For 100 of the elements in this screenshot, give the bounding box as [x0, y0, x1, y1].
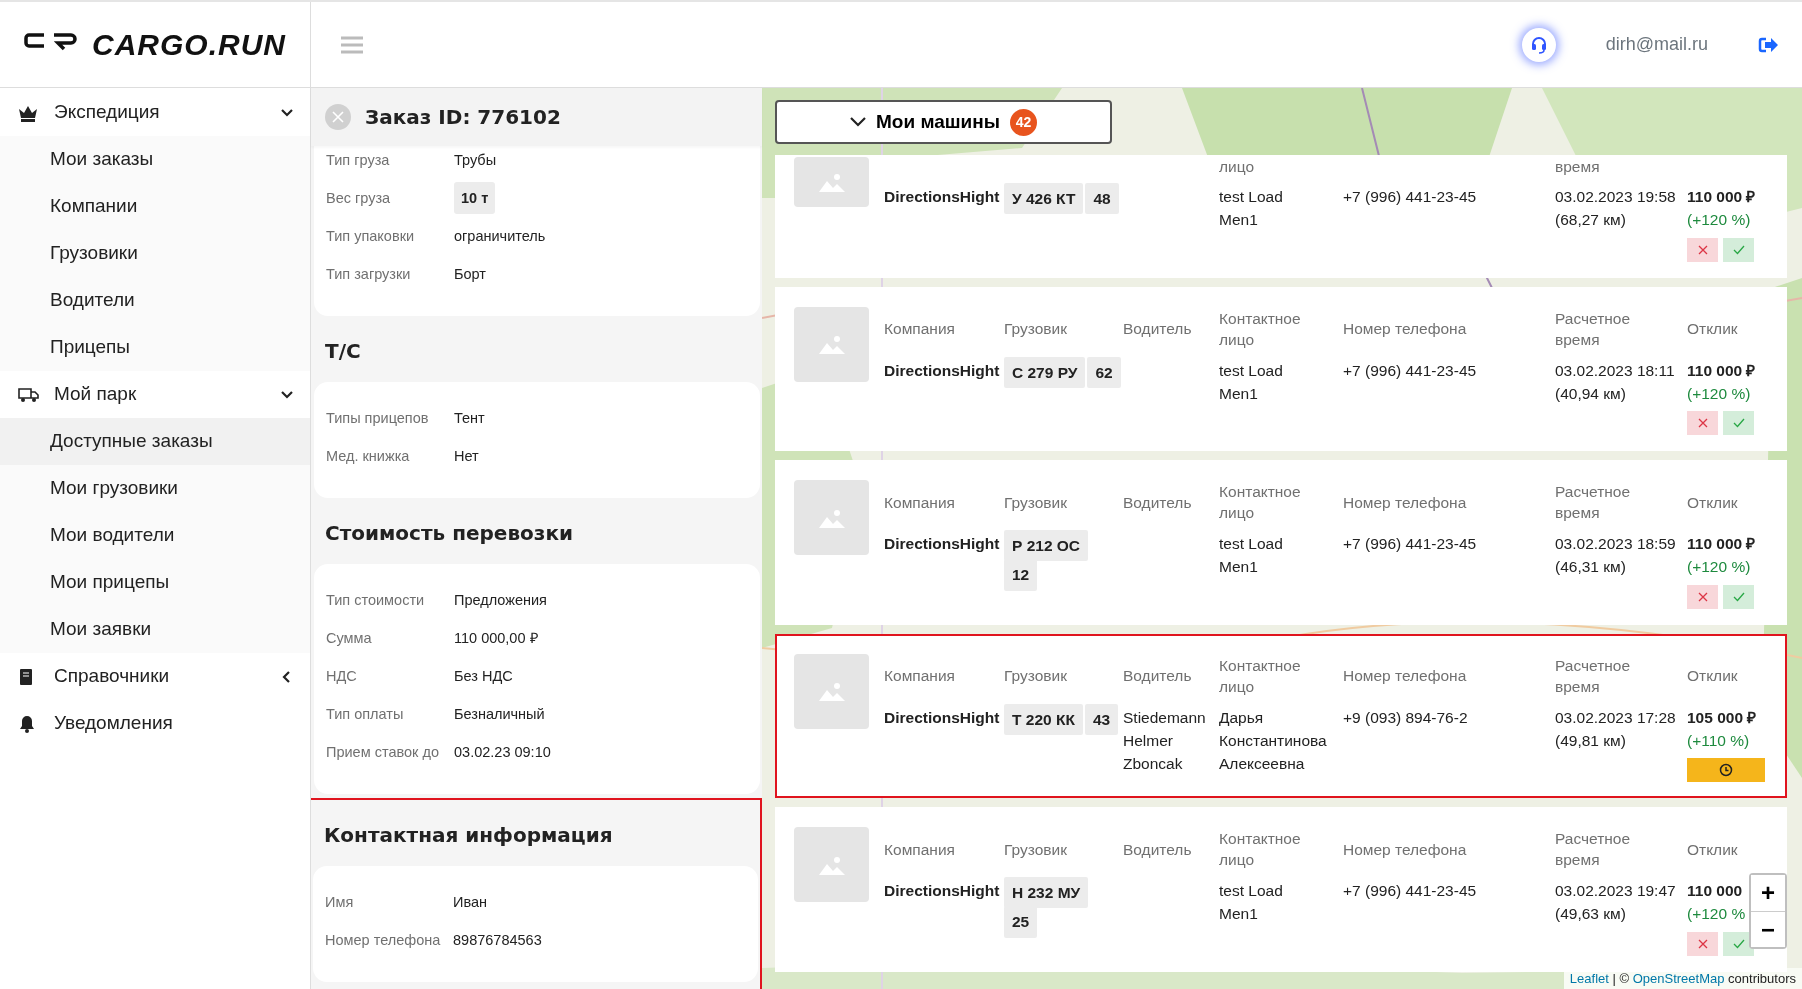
column-label: Отклик	[1687, 492, 1738, 513]
sidebar-item[interactable]: Грузовики	[0, 230, 310, 277]
field-value: Трубы	[454, 151, 497, 170]
column-label: Контактное лицо	[1219, 655, 1302, 697]
contact-name: test Load Men1	[1219, 534, 1284, 578]
distance: (46,31 км)	[1555, 557, 1627, 578]
arrival-time: 03.02.2023 17:28	[1555, 707, 1677, 728]
sidebar-item[interactable]: Мои грузовики	[0, 465, 310, 512]
field-label: НДС	[326, 667, 358, 686]
column-label: Водитель	[1123, 492, 1192, 513]
section-title: Т/С	[324, 338, 362, 365]
reject-button[interactable]	[1687, 411, 1718, 435]
check-icon	[1732, 591, 1745, 602]
field-value: ограничитель	[454, 227, 546, 246]
distance: (40,94 км)	[1555, 383, 1627, 404]
sidebar-item[interactable]: Водители	[0, 277, 310, 324]
phone-number: +7 (996) 441-23-45	[1343, 882, 1477, 899]
column-label: Водитель	[1123, 319, 1192, 340]
distance: (68,27 км)	[1555, 210, 1627, 231]
accept-button[interactable]	[1723, 411, 1754, 435]
column-label: Компания	[884, 319, 955, 340]
column-label: Компания	[884, 839, 955, 860]
company-name: DirectionsHight	[884, 360, 1001, 381]
sidebar-item[interactable]: Прицепы	[0, 324, 310, 371]
field-value: Иван	[453, 893, 488, 912]
reject-button[interactable]	[1687, 931, 1718, 956]
zoom-out-button[interactable]: −	[1751, 911, 1785, 947]
contact-name: test Load Men1	[1219, 881, 1284, 925]
column-label: Номер телефона	[1343, 666, 1467, 687]
reject-button[interactable]	[1687, 237, 1718, 262]
field-value: Нет	[454, 447, 479, 466]
sidebar-item[interactable]: Компании	[0, 183, 310, 230]
price-increase: (+120 %	[1687, 904, 1746, 925]
column-label: Расчетное время	[1555, 655, 1632, 697]
close-icon	[1697, 244, 1708, 255]
openstreetmap-link[interactable]: OpenStreetMap	[1632, 970, 1725, 986]
plate-region: 43	[1084, 703, 1119, 735]
sidebar-group[interactable]: Экспедиция	[54, 98, 160, 127]
column-label: Компания	[884, 666, 955, 687]
field-value: Предложения	[454, 591, 547, 610]
column-label: Контактное лицо	[1219, 829, 1302, 870]
close-icon	[1697, 591, 1708, 602]
image-placeholder-icon	[818, 507, 845, 528]
sidebar-item[interactable]: Уведомления	[54, 709, 173, 738]
phone-number: +7 (996) 441-23-45	[1343, 361, 1477, 379]
sidebar-item[interactable]: Мои водители	[0, 512, 310, 559]
field-label: Тип груза	[326, 151, 391, 170]
column-label: лицо	[1219, 157, 1255, 177]
sidebar-group[interactable]: Мой парк	[54, 380, 137, 409]
image-placeholder-icon	[818, 854, 845, 875]
company-name: DirectionsHight	[884, 534, 1001, 554]
price: 110 000	[1687, 881, 1743, 901]
sidebar-item[interactable]: Доступные заказы	[0, 418, 310, 465]
truck-card[interactable]: Компания Грузовик Водитель Контактное лицо Номер телефона Расчетное время Отклик DirectionsHight С 279 РУ 62 test Load Men1 +7 (996) 441-23-45 03.02.2023 18:11 (40,94 км) 110 000 ₽ (+120 %)	[775, 286, 1787, 451]
check-icon	[1732, 938, 1745, 949]
truck-card[interactable]: лицо время DirectionsHight У 426 КТ 48 test Load Men1 +7 (996) 441-23-45 03.02.2023 19:58 (68,27 км) 110 000 ₽ (+120 %)	[775, 155, 1787, 278]
field-label: Мед. книжка	[326, 447, 411, 466]
pending-button[interactable]	[1687, 758, 1765, 782]
check-icon	[1732, 244, 1745, 255]
sidebar-item[interactable]: Мои заявки	[0, 606, 310, 653]
close-icon	[1697, 418, 1708, 428]
phone-number: +7 (996) 441-23-45	[1343, 188, 1477, 205]
distance: (49,81 км)	[1555, 730, 1627, 751]
column-label: Номер телефона	[1343, 839, 1467, 860]
plate-number: С 279 РУ	[1004, 356, 1086, 388]
user-email: dirh@mail.ru	[1605, 33, 1708, 56]
price-increase: (+110 %)	[1687, 730, 1750, 751]
sidebar-item[interactable]: Мои заказы	[0, 136, 310, 183]
column-label: время	[1555, 157, 1600, 177]
price: 110 000 ₽	[1687, 534, 1756, 554]
column-label: Расчетное время	[1555, 829, 1632, 870]
column-label: Номер телефона	[1343, 319, 1467, 340]
sidebar-item[interactable]: Мои прицепы	[0, 559, 310, 606]
column-label: Грузовик	[1004, 492, 1067, 513]
price: 110 000 ₽	[1687, 187, 1756, 207]
column-label: Расчетное время	[1555, 482, 1632, 523]
book-icon	[18, 667, 34, 686]
accept-button[interactable]	[1723, 237, 1754, 262]
truck-card[interactable]	[775, 633, 1787, 798]
count-badge: 42	[1010, 108, 1037, 136]
leaflet-link[interactable]: Leaflet	[1569, 970, 1609, 986]
column-label: Грузовик	[1004, 666, 1067, 687]
accept-button[interactable]	[1723, 584, 1754, 609]
column-label: Отклик	[1687, 666, 1738, 687]
menu-icon[interactable]	[341, 35, 363, 54]
sidebar-group[interactable]: Справочники	[54, 662, 170, 691]
support-button[interactable]	[1521, 27, 1556, 62]
truck-icon	[18, 386, 40, 403]
contact-name: test Load Men1	[1219, 360, 1284, 404]
logout-icon[interactable]	[1758, 36, 1778, 53]
plate-number: Н 232 МУ	[1004, 877, 1089, 909]
arrival-time: 03.02.2023 19:47	[1555, 881, 1677, 901]
truck-card[interactable]: Компания Грузовик Водитель Контактное лицо Номер телефона Расчетное время Отклик DirectionsHight Р 212 ОС 12 test Load Men1 +7 (996) 441-23-45 03.02.2023 18:59 (46,31 км) 110 000 ₽ (+120 %)	[775, 460, 1787, 625]
field-label: Имя	[325, 893, 355, 912]
company-name: DirectionsHight	[884, 707, 1001, 728]
field-label: Тип загрузки	[326, 265, 412, 284]
plate-region: 62	[1087, 356, 1121, 388]
reject-button[interactable]	[1687, 584, 1718, 609]
image-placeholder-icon	[818, 681, 845, 701]
my-vehicles-button[interactable]: Мои машины 42	[775, 100, 1112, 144]
